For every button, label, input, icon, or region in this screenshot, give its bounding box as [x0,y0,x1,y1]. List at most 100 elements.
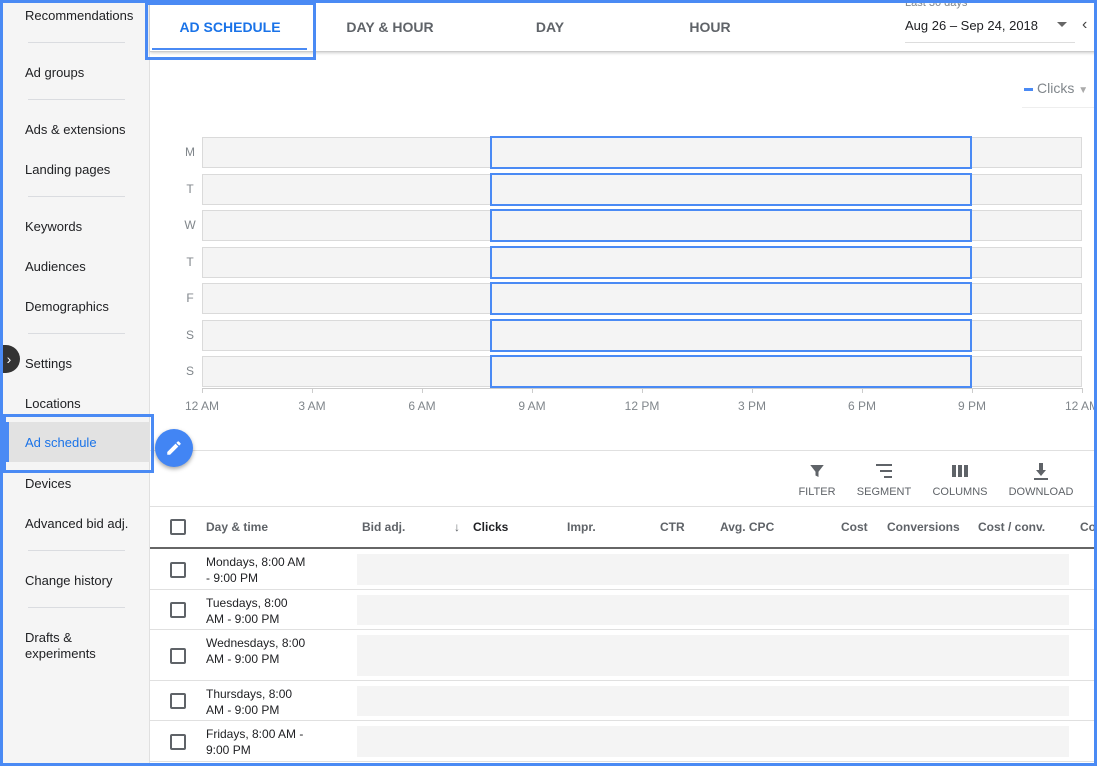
sidebar-item-ad-groups[interactable]: Ad groups [25,65,140,81]
sidebar-item-drafts-experiments[interactable]: Drafts & experiments [25,630,140,662]
sidebar-item-ads-extensions[interactable]: Ads & extensions [25,122,140,138]
row-checkbox[interactable] [170,602,186,618]
tick-label: 12 AM [1064,399,1097,413]
sidebar-item-advanced-bid-adj-[interactable]: Advanced bid adj. [25,516,140,532]
column-header-avg-cpc[interactable]: Avg. CPC [720,520,774,534]
axis-tick [972,388,973,393]
sidebar-item-locations[interactable]: Locations [25,396,140,412]
sidebar-divider [28,607,125,608]
active-tab-highlight [145,2,316,60]
tick-label: 3 PM [737,399,766,413]
day-label: T [186,181,194,196]
sidebar-divider [28,42,125,43]
day-label: S [185,364,194,378]
tick-label: 6 AM [408,399,436,413]
tab-day-hour[interactable]: DAY & HOUR [310,19,470,35]
schedule-block[interactable] [490,318,972,352]
schedule-block[interactable] [490,245,972,279]
divider [150,450,1097,451]
column-header-bid-adj[interactable]: Bid adj. [362,520,405,534]
sidebar-divider [28,333,125,334]
row-loading-placeholder [357,554,1069,585]
sidebar-item-settings[interactable]: Settings [25,356,140,372]
day-label: T [186,254,194,269]
column-header-cost-conv[interactable]: Cost / conv. [978,520,1045,534]
row-day-time[interactable]: Tuesdays, 8:00 AM - 9:00 PM [206,595,306,627]
axis-tick [862,388,863,393]
chevron-right-icon: › [6,351,12,367]
row-checkbox[interactable] [170,693,186,709]
row-checkbox[interactable] [170,733,186,750]
sidebar-divider [28,550,125,551]
column-header-impr[interactable]: Impr. [567,520,596,534]
tool-label: SEGMENT [856,486,912,498]
tool-label: DOWNLOAD [1008,486,1074,498]
tab-hour[interactable]: HOUR [630,19,790,35]
column-header-clicks[interactable]: Clicks [473,520,508,534]
sidebar-item-landing-pages[interactable]: Landing pages [25,162,140,178]
metric-select[interactable]: Clicks ▼ [1024,80,1088,96]
axis-tick [202,388,203,393]
row-day-time[interactable]: Fridays, 8:00 AM - 9:00 PM [206,726,306,758]
sidebar-item-change-history[interactable]: Change history [25,573,140,589]
sidebar-item-keywords[interactable]: Keywords [25,219,140,235]
schedule-block[interactable] [490,355,972,388]
download-button[interactable]: DOWNLOAD [1001,460,1081,498]
columns-icon [920,460,1000,482]
date-range-select[interactable]: Aug 26 – Sep 24, 2018 [905,18,1038,33]
column-header-cost[interactable]: Cost [841,520,868,534]
schedule-block[interactable] [490,209,972,242]
sidebar-item-recommendations[interactable]: Recommendations [25,8,140,24]
tool-label: COLUMNS [932,486,988,498]
tick-label: 12 PM [624,399,660,413]
schedule-block[interactable] [490,172,972,206]
row-loading-placeholder [357,635,1069,676]
column-header-ctr[interactable]: CTR [660,520,685,534]
segment-icon [844,460,924,482]
axis-tick [422,388,423,393]
day-label: S [185,327,194,342]
row-day-time[interactable]: Mondays, 8:00 AM - 9:00 PM [206,554,306,586]
schedule-block[interactable] [490,282,972,315]
schedule-block[interactable] [490,136,972,169]
column-header-co[interactable]: Co [1080,520,1096,534]
sidebar-divider [28,99,125,100]
axis-tick [532,388,533,393]
sidebar-item-demographics[interactable]: Demographics [25,299,140,315]
column-header-conversions[interactable]: Conversions [887,520,960,534]
sidebar-item-audiences[interactable]: Audiences [25,259,140,275]
legend-swatch [1024,87,1033,91]
row-loading-placeholder [357,686,1069,716]
dropdown-caret-icon: ▼ [1078,85,1089,96]
tick-label: 3 AM [298,399,326,413]
active-item-highlight [3,414,154,473]
tab-day[interactable]: DAY [470,19,630,35]
sidebar-divider [28,196,125,197]
divider [905,42,1075,43]
columns-button[interactable]: COLUMNS [920,460,1000,498]
sidebar-item-devices[interactable]: Devices [25,476,140,492]
edit-button[interactable] [155,429,193,467]
axis-tick [312,388,313,393]
row-day-time[interactable]: Wednesdays, 8:00 AM - 9:00 PM [206,635,306,667]
divider [1022,107,1097,108]
row-loading-placeholder [357,726,1069,757]
chevron-left-icon[interactable]: ‹ [1082,16,1087,34]
tick-label: 6 PM [847,399,876,413]
date-range-label: Last 30 days [905,0,968,9]
row-checkbox[interactable] [170,647,186,664]
tick-label: 9 AM [518,399,546,413]
column-header-day-time[interactable]: Day & time [206,520,268,534]
select-all-checkbox[interactable] [170,519,186,535]
dropdown-caret-icon[interactable] [1057,22,1067,32]
axis-tick [642,388,643,393]
axis-tick [752,388,753,393]
tick-label: 12 AM [184,399,220,413]
day-label: F [186,291,194,305]
axis-tick [1082,388,1083,393]
row-day-time[interactable]: Thursdays, 8:00 AM - 9:00 PM [206,686,306,718]
day-label: W [184,218,196,232]
segment-button[interactable]: SEGMENT [844,460,924,498]
row-checkbox[interactable] [170,561,186,578]
tick-label: 9 PM [957,399,986,413]
